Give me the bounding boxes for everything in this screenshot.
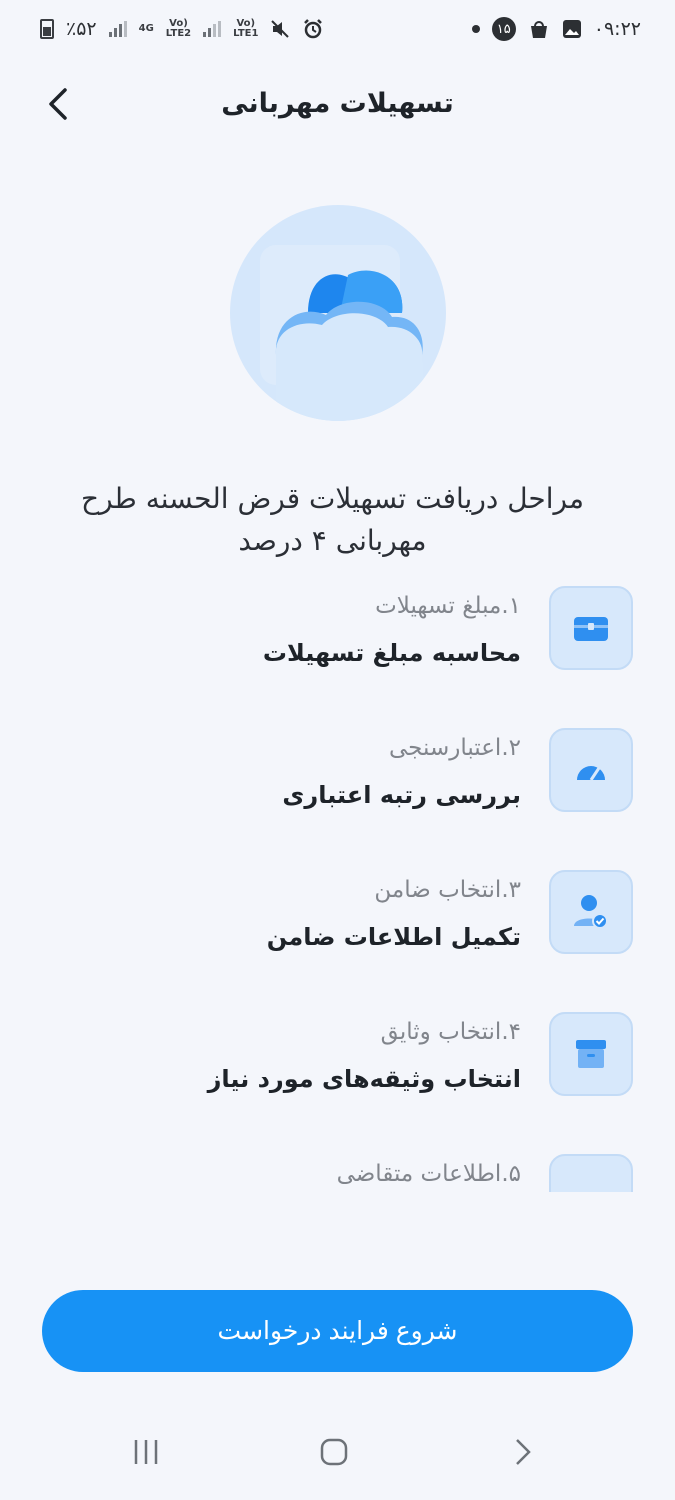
- wallet-icon: [574, 617, 608, 641]
- clock-text: ۰۹:۲۲: [593, 18, 641, 40]
- recent-apps-button[interactable]: [116, 1432, 176, 1472]
- start-request-button[interactable]: شروع فرایند درخواست: [42, 1290, 633, 1372]
- battery-text: ٪۵۲: [66, 18, 97, 40]
- step-title: ۱.مبلغ تسهیلات: [375, 593, 521, 619]
- gallery-icon: [562, 19, 582, 39]
- volte-2-label: Vo) LTE2: [165, 18, 192, 39]
- battery-icon: [40, 19, 54, 39]
- step-icon-box: [549, 1154, 633, 1192]
- app-screen: ٪۵۲ 4G Vo) LTE2 Vo) LTE1 ۱۵ ۰۹:۲۲ تسهیلا…: [0, 0, 675, 1500]
- status-bar: ٪۵۲ 4G Vo) LTE2 Vo) LTE1 ۱۵ ۰۹:۲۲: [0, 0, 675, 58]
- step-description: انتخاب وثیقه‌های مورد نیاز: [207, 1065, 521, 1093]
- chevron-right-icon: [516, 1439, 531, 1465]
- step-title: ۳.انتخاب ضامن: [374, 877, 521, 903]
- alarm-icon: [302, 18, 324, 40]
- home-button[interactable]: [304, 1432, 364, 1472]
- hero-illustration: [230, 205, 446, 421]
- step-title: ۴.انتخاب وثایق: [380, 1019, 521, 1045]
- network-type-label: 4G: [138, 23, 154, 34]
- step-item: ۲.اعتبارسنجی بررسی رتبه اعتباری: [0, 727, 675, 857]
- shopping-bag-icon: [528, 18, 550, 40]
- system-nav-bar: [0, 1410, 675, 1500]
- signal-icon-2: [203, 21, 222, 37]
- step-title: ۵.اطلاعات متقاضی: [336, 1161, 521, 1187]
- step-icon-box: [549, 728, 633, 812]
- status-bar-right: ۱۵ ۰۹:۲۲: [471, 17, 641, 41]
- signal-icon: [108, 21, 127, 37]
- step-description: بررسی رتبه اعتباری: [282, 781, 521, 809]
- step-icon-box: [549, 870, 633, 954]
- intro-text: مراحل دریافت تسهیلات قرض الحسنه طرح مهرب…: [81, 482, 584, 557]
- user-check-icon: [574, 895, 608, 929]
- volte-1-label: Vo) LTE1: [233, 18, 259, 39]
- step-icon-box: [549, 1012, 633, 1096]
- notification-count-badge: ۱۵: [491, 17, 516, 41]
- app-header: تسهیلات مهربانی: [0, 70, 675, 140]
- step-title: ۲.اعتبارسنجی: [388, 735, 521, 761]
- step-item: ۵.اطلاعات متقاضی: [0, 1153, 675, 1192]
- cloud-icon: [260, 245, 426, 421]
- step-description: تکمیل اطلاعات ضامن: [266, 923, 521, 951]
- step-item: ۳.انتخاب ضامن تکمیل اطلاعات ضامن: [0, 869, 675, 999]
- steps-list: ۱.مبلغ تسهیلات محاسبه مبلغ تسهیلات ۲.اعت…: [0, 585, 675, 1192]
- gauge-icon: [577, 766, 605, 781]
- step-icon-box: [549, 586, 633, 670]
- step-item: ۱.مبلغ تسهیلات محاسبه مبلغ تسهیلات: [0, 585, 675, 715]
- recent-apps-icon: [134, 1440, 158, 1464]
- step-item: ۴.انتخاب وثایق انتخاب وثیقه‌های مورد نیا…: [0, 1011, 675, 1141]
- status-bar-left: ٪۵۲ 4G Vo) LTE2 Vo) LTE1: [40, 18, 324, 40]
- archive-box-icon: [576, 1040, 606, 1068]
- back-nav-button[interactable]: [492, 1432, 552, 1472]
- user-icon: [571, 1176, 611, 1192]
- step-description: محاسبه مبلغ تسهیلات: [262, 639, 521, 667]
- notification-dot-icon: [471, 25, 480, 33]
- mute-icon: [270, 19, 290, 39]
- page-title: تسهیلات مهربانی: [221, 88, 454, 119]
- home-icon: [320, 1438, 348, 1466]
